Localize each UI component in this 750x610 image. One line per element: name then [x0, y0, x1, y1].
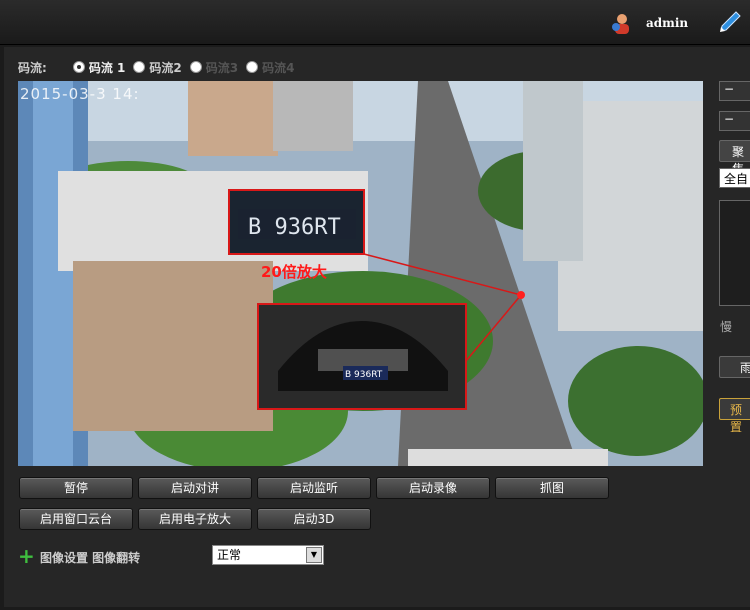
stream-2-radio[interactable]: 码流2 — [133, 59, 182, 76]
image-settings-label: 图像设置 图像翻转 — [40, 551, 141, 565]
preset-button[interactable]: 预置 — [719, 398, 750, 434]
start-listen-button[interactable]: 启动监听 — [257, 477, 371, 499]
car-plate-text: B 936RT — [345, 370, 383, 380]
start-record-button[interactable]: 启动录像 — [376, 477, 490, 499]
preset-list[interactable] — [719, 200, 750, 306]
pause-button[interactable]: 暂停 — [19, 477, 133, 499]
stream-selector: 码流: 码流 1 码流2 码流3 码流4 — [18, 58, 302, 76]
start-intercom-button[interactable]: 启动对讲 — [138, 477, 252, 499]
window-ptz-button[interactable]: 启用窗口云台 — [19, 508, 133, 530]
flip-select[interactable]: 正常 ▼ — [212, 545, 324, 565]
side-button[interactable]: 雨 — [719, 356, 750, 378]
video-timestamp: 2015-03-3 14: — [20, 85, 140, 103]
username: admin — [646, 16, 689, 30]
stream-label: 码流: — [18, 60, 47, 75]
stream-3-radio[interactable]: 码流3 — [189, 59, 238, 76]
focus-button[interactable]: 聚焦 — [719, 140, 750, 176]
user-icon[interactable] — [610, 12, 632, 34]
start-3d-button[interactable]: 启动3D — [257, 508, 371, 530]
stream-4-radio[interactable]: 码流4 — [246, 59, 294, 76]
zoom-out-button[interactable]: − — [719, 81, 750, 101]
zoom-plate-text: B 936RT — [248, 215, 341, 240]
zoom-label: 20倍放大 — [261, 263, 327, 281]
mode-select[interactable]: 全自 — [719, 168, 750, 188]
chevron-down-icon: ▼ — [306, 547, 322, 563]
video-view[interactable]: B 936RT B 936RT 2015-03-3 14: 20倍放大 — [18, 81, 703, 466]
flip-select-value: 正常 — [217, 548, 242, 562]
pen-icon[interactable] — [716, 10, 742, 36]
plus-icon[interactable]: + — [18, 546, 35, 566]
capture-button[interactable]: 抓图 — [495, 477, 609, 499]
digital-zoom-button[interactable]: 启用电子放大 — [138, 508, 252, 530]
top-bar: admin — [0, 0, 750, 45]
focus-out-button[interactable]: − — [719, 111, 750, 131]
stream-1-radio[interactable]: 码流 1 — [72, 59, 125, 76]
video-frame: B 936RT B 936RT — [18, 81, 703, 466]
speed-label: 慢 — [720, 320, 733, 334]
